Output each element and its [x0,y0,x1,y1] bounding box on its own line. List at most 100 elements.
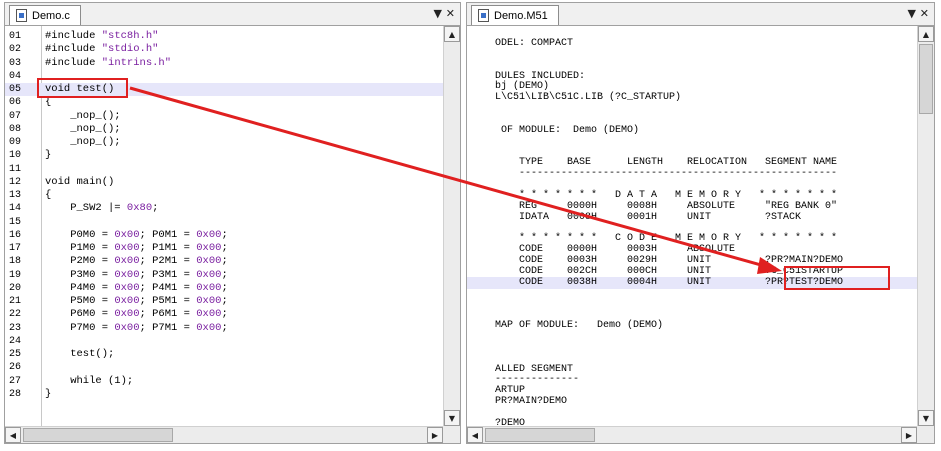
code-text: #include "stdio.h" [45,43,159,56]
line-number: 08 [9,123,22,135]
line-number: 23 [9,322,22,334]
code-text: _nop_(); [45,109,121,122]
tab-label: Demo.c [32,9,70,22]
line-number: 21 [9,296,22,307]
line-number: 06 [9,97,22,109]
scroll-up-icon[interactable]: ▲ [444,26,460,42]
right-tab-bar: Demo.M51 ▼ ✕ [467,3,934,26]
code-text: P3M0 = 0x00; P3M1 = 0x00; [45,268,228,281]
line-number: 26 [9,362,22,374]
scroll-up-icon[interactable]: ▲ [918,26,934,42]
annotation-box-test-function [37,78,128,98]
code-line[interactable]: 11 [5,163,443,176]
scroll-thumb[interactable] [23,428,173,442]
scroll-thumb[interactable] [919,44,933,114]
code-line[interactable]: 26 [5,361,443,374]
line-number: 01 [9,31,22,42]
line-number: 07 [9,110,22,122]
code-line[interactable]: 08 _nop_(); [5,123,443,136]
line-number: 03 [9,57,22,69]
code-line[interactable]: 01 #include "stc8h.h" [5,30,443,43]
tab-label: Demo.M51 [494,9,548,22]
code-text: P6M0 = 0x00; P6M1 = 0x00; [45,308,228,321]
close-icon[interactable]: ✕ [920,7,929,21]
dropdown-arrow-icon[interactable]: ▼ [908,7,916,21]
code-line[interactable]: 24 [5,335,443,348]
code-line[interactable]: 13 { [5,189,443,202]
code-line[interactable]: 12 void main() [5,176,443,189]
scroll-down-icon[interactable]: ▼ [444,410,460,426]
code-line[interactable]: 02 #include "stdio.h" [5,43,443,56]
code-text: while (1); [45,374,134,387]
code-line[interactable]: 28} [5,388,443,401]
line-number: 19 [9,269,22,281]
line-number: 25 [9,349,22,360]
code-text: P0M0 = 0x00; P0M1 = 0x00; [45,228,228,241]
map-file-pane: Demo.M51 ▼ ✕ ODEL: COMPACT DULES INCLUDED… [466,2,935,444]
tab-demo-m51[interactable]: Demo.M51 [471,5,559,25]
line-number: 02 [9,44,22,56]
line-number: 14 [9,203,22,215]
code-text: #include "stc8h.h" [45,30,159,42]
code-line[interactable]: 27 while (1); [5,375,443,388]
scroll-corner [443,426,460,443]
c-file-icon [16,9,27,22]
code-text: P5M0 = 0x00; P5M1 = 0x00; [45,295,228,307]
code-line[interactable]: 16 P0M0 = 0x00; P0M1 = 0x00; [5,229,443,242]
line-number: 28 [9,388,22,400]
code-line[interactable]: 06 { [5,96,443,109]
code-line[interactable]: 21 P5M0 = 0x00; P5M1 = 0x00; [5,295,443,308]
dropdown-arrow-icon[interactable]: ▼ [434,7,442,21]
code-line[interactable]: 15 [5,216,443,229]
code-line[interactable]: 14 P_SW2 |= 0x80; [5,202,443,215]
scroll-left-icon[interactable]: ◀ [5,427,21,443]
code-text: P7M0 = 0x00; P7M1 = 0x00; [45,321,228,334]
code-text: _nop_(); [45,136,121,148]
code-line[interactable]: 25 test(); [5,348,443,361]
scroll-corner [917,426,934,443]
scroll-right-icon[interactable]: ▶ [901,427,917,443]
code-line[interactable]: 17 P1M0 = 0x00; P1M1 = 0x00; [5,242,443,255]
vertical-scrollbar[interactable]: ▲ ▼ [443,26,460,426]
line-number: 12 [9,176,22,188]
map-file-icon [478,9,489,22]
code-line[interactable]: 03 #include "intrins.h" [5,57,443,70]
line-number: 24 [9,335,22,347]
line-number: 13 [9,190,22,201]
horizontal-scrollbar[interactable]: ◀ ▶ [467,426,917,443]
line-number: 18 [9,256,22,268]
code-text: P1M0 = 0x00; P1M1 = 0x00; [45,242,228,254]
annotation-box-test-segment [784,266,890,290]
scroll-thumb[interactable] [485,428,595,442]
source-editor-pane: Demo.c ▼ ✕ 01 #include "stc8h.h" 02 #includ… [4,2,461,444]
close-icon[interactable]: ✕ [446,7,455,21]
code-line[interactable]: 10} [5,149,443,162]
code-line[interactable]: 18 P2M0 = 0x00; P2M1 = 0x00; [5,255,443,268]
map-file-view[interactable]: ODEL: COMPACT DULES INCLUDED: bj (DEMO) L\C… [467,26,917,426]
code-text: void main() [45,175,115,188]
code-text: P4M0 = 0x00; P4M1 = 0x00; [45,281,228,294]
scroll-down-icon[interactable]: ▼ [918,410,934,426]
code-line[interactable]: 07 _nop_(); [5,110,443,123]
code-line[interactable]: 20 P4M0 = 0x00; P4M1 = 0x00; [5,282,443,295]
line-number: 27 [9,375,22,387]
code-text: P_SW2 |= 0x80; [45,202,159,215]
line-number: 17 [9,243,22,254]
scroll-left-icon[interactable]: ◀ [467,427,483,443]
line-number: 15 [9,216,22,228]
code-text: { [45,189,52,201]
code-line[interactable]: 23 P7M0 = 0x00; P7M1 = 0x00; [5,322,443,335]
line-number: 04 [9,70,22,82]
code-text: _nop_(); [45,122,121,135]
code-line[interactable]: 09 _nop_(); [5,136,443,149]
line-number: 09 [9,137,22,148]
code-line[interactable]: 19 P3M0 = 0x00; P3M1 = 0x00; [5,269,443,282]
horizontal-scrollbar[interactable]: ◀ ▶ [5,426,443,443]
scroll-right-icon[interactable]: ▶ [427,427,443,443]
tab-demo-c[interactable]: Demo.c [9,5,81,25]
line-number: 16 [9,229,22,241]
vertical-scrollbar[interactable]: ▲ ▼ [917,26,934,426]
code-line[interactable]: 22 P6M0 = 0x00; P6M1 = 0x00; [5,308,443,321]
code-text: P2M0 = 0x00; P2M1 = 0x00; [45,255,228,268]
line-number: 11 [9,163,22,175]
